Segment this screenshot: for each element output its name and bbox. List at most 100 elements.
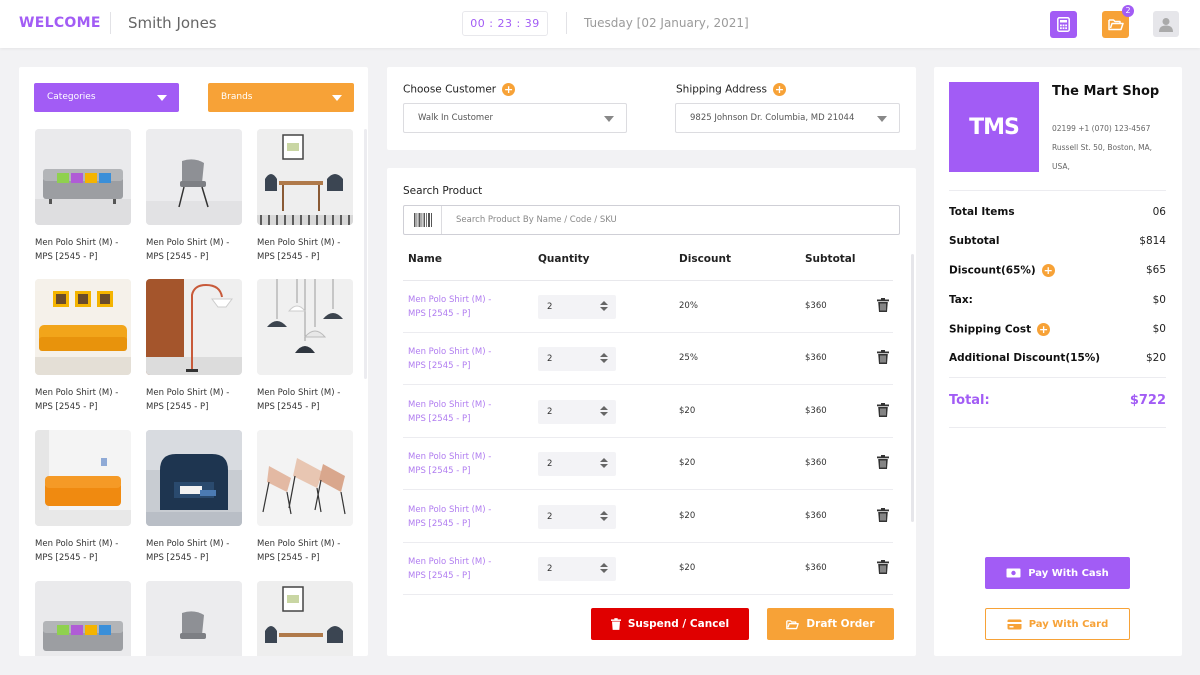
- divider: [566, 12, 567, 34]
- product-card[interactable]: Men Polo Shirt (M) - MPS [2545 - P]: [35, 129, 131, 264]
- top-bar: WELCOME Smith Jones 00 : 23 : 39 Tuesday…: [0, 0, 1200, 48]
- summary-subtotal: Subtotal $814: [949, 235, 1166, 247]
- pay-with-card-button[interactable]: Pay With Card: [985, 608, 1130, 640]
- product-card[interactable]: Men Polo Shirt (M) - MPS [2545 - P]: [146, 430, 242, 565]
- customer-select[interactable]: Walk In Customer: [403, 103, 627, 133]
- trash-icon: [610, 618, 621, 630]
- pay-with-card-label: Pay With Card: [1028, 618, 1109, 630]
- cart-item-name[interactable]: Men Polo Shirt (M) - MPS [2545 - P]: [408, 398, 491, 426]
- cart-item-name[interactable]: Men Polo Shirt (M) - MPS [2545 - P]: [408, 345, 491, 373]
- product-card[interactable]: [146, 581, 242, 656]
- product-image: [146, 129, 242, 225]
- trash-icon[interactable]: [877, 508, 889, 522]
- customer-value: Walk In Customer: [418, 113, 493, 123]
- product-name: Men Polo Shirt (M) - MPS [2545 - P]: [146, 539, 230, 563]
- trash-icon[interactable]: [877, 560, 889, 574]
- cart-item-name[interactable]: Men Polo Shirt (M) - MPS [2545 - P]: [408, 503, 491, 531]
- product-image: [257, 430, 353, 526]
- spinner-icon[interactable]: [600, 563, 608, 573]
- shipping-address-value: 9825 Johnson Dr. Columbia, MD 21044: [690, 113, 855, 123]
- table-row: Men Polo Shirt (M) - MPS [2545 - P] 2 $20…: [403, 491, 893, 543]
- add-address-icon[interactable]: +: [772, 83, 786, 96]
- spinner-icon[interactable]: [600, 458, 608, 468]
- shipping-address-select[interactable]: 9825 Johnson Dr. Columbia, MD 21044: [675, 103, 900, 133]
- brands-label: Brands: [221, 92, 253, 102]
- summary-discount: Discount(65%) + $65: [949, 264, 1166, 277]
- add-customer-icon[interactable]: +: [502, 83, 516, 96]
- product-image: [257, 279, 353, 375]
- suspend-cancel-button[interactable]: Suspend / Cancel: [591, 608, 749, 640]
- product-card[interactable]: Men Polo Shirt (M) - MPS [2545 - P]: [146, 279, 242, 414]
- summary-total-items: Total Items 06: [949, 206, 1166, 218]
- categories-dropdown[interactable]: Categories: [34, 83, 179, 112]
- product-card[interactable]: Men Polo Shirt (M) - MPS [2545 - P]: [257, 430, 353, 565]
- product-image: [35, 581, 131, 656]
- product-image: [146, 279, 242, 375]
- cart-item-discount: $20: [679, 406, 696, 416]
- folder-open-icon: [1107, 19, 1124, 31]
- chevron-down-icon: [877, 116, 887, 122]
- product-image: [35, 279, 131, 375]
- quantity-stepper[interactable]: 2: [538, 452, 616, 476]
- shipping-address-label: Shipping Address +: [676, 83, 786, 96]
- barcode-scan-button[interactable]: [404, 206, 442, 234]
- spinner-icon[interactable]: [600, 301, 608, 311]
- trash-icon[interactable]: [877, 350, 889, 364]
- product-card[interactable]: Men Polo Shirt (M) - MPS [2545 - P]: [35, 279, 131, 414]
- cart-item-discount: 25%: [679, 353, 698, 363]
- divider: [949, 427, 1166, 428]
- table-row: Men Polo Shirt (M) - MPS [2545 - P] 2 20%…: [403, 281, 893, 333]
- quantity-stepper[interactable]: 2: [538, 347, 616, 371]
- table-row: Men Polo Shirt (M) - MPS [2545 - P] 2 $20…: [403, 438, 893, 490]
- product-grid-scrollbar[interactable]: [364, 129, 367, 379]
- calculator-icon: [1057, 17, 1070, 32]
- product-image: [35, 430, 131, 526]
- spinner-icon[interactable]: [600, 353, 608, 363]
- product-card[interactable]: Men Polo Shirt (M) - MPS [2545 - P]: [257, 129, 353, 264]
- add-shipping-icon[interactable]: +: [1037, 323, 1051, 336]
- search-product-input[interactable]: [456, 211, 886, 229]
- shop-logo: TMS: [949, 82, 1039, 172]
- product-name: Men Polo Shirt (M) - MPS [2545 - P]: [35, 539, 119, 563]
- product-name: Men Polo Shirt (M) - MPS [2545 - P]: [35, 388, 119, 412]
- cart-item-name[interactable]: Men Polo Shirt (M) - MPS [2545 - P]: [408, 450, 491, 478]
- cart-item-discount: 20%: [679, 301, 698, 311]
- quantity-stepper[interactable]: 2: [538, 295, 616, 319]
- suspend-cancel-label: Suspend / Cancel: [627, 618, 730, 630]
- column-header-name: Name: [408, 253, 442, 265]
- pay-with-cash-button[interactable]: Pay With Cash: [985, 557, 1130, 589]
- user-avatar[interactable]: [1153, 11, 1179, 37]
- quantity-stepper[interactable]: 2: [538, 557, 616, 581]
- chevron-down-icon: [604, 116, 614, 122]
- pay-with-cash-label: Pay With Cash: [1028, 567, 1109, 579]
- quantity-stepper[interactable]: 2: [538, 400, 616, 424]
- brands-dropdown[interactable]: Brands: [208, 83, 354, 112]
- cart-item-name[interactable]: Men Polo Shirt (M) - MPS [2545 - P]: [408, 555, 491, 583]
- shop-phone: 02199 +1 (070) 123-4567: [1052, 124, 1151, 133]
- cart-item-name[interactable]: Men Polo Shirt (M) - MPS [2545 - P]: [408, 293, 491, 321]
- product-name: Men Polo Shirt (M) - MPS [2545 - P]: [146, 388, 230, 412]
- trash-icon[interactable]: [877, 403, 889, 417]
- draft-order-button[interactable]: Draft Order: [767, 608, 894, 640]
- product-card[interactable]: Men Polo Shirt (M) - MPS [2545 - P]: [146, 129, 242, 264]
- product-card[interactable]: [35, 581, 131, 656]
- product-card[interactable]: Men Polo Shirt (M) - MPS [2545 - P]: [35, 430, 131, 565]
- add-discount-icon[interactable]: +: [1041, 264, 1055, 277]
- draft-orders-button[interactable]: 2: [1102, 5, 1134, 38]
- product-browser-panel: Categories Brands Men Polo Shirt (M) - MP…: [19, 67, 368, 656]
- welcome-label: WELCOME: [19, 15, 101, 31]
- spinner-icon[interactable]: [600, 406, 608, 416]
- quantity-stepper[interactable]: 2: [538, 505, 616, 529]
- calculator-button[interactable]: [1050, 11, 1077, 38]
- product-image: [257, 129, 353, 225]
- notification-badge: 2: [1122, 5, 1134, 17]
- shop-contact-info: 02199 +1 (070) 123-4567 Russell St. 50, …: [1052, 119, 1170, 176]
- product-card[interactable]: Men Polo Shirt (M) - MPS [2545 - P]: [257, 279, 353, 414]
- trash-icon[interactable]: [877, 298, 889, 312]
- product-card[interactable]: [257, 581, 353, 656]
- table-row: Men Polo Shirt (M) - MPS [2545 - P] 2 $20…: [403, 543, 893, 595]
- cart-scrollbar[interactable]: [911, 254, 914, 522]
- trash-icon[interactable]: [877, 455, 889, 469]
- search-box: [403, 205, 900, 235]
- spinner-icon[interactable]: [600, 511, 608, 521]
